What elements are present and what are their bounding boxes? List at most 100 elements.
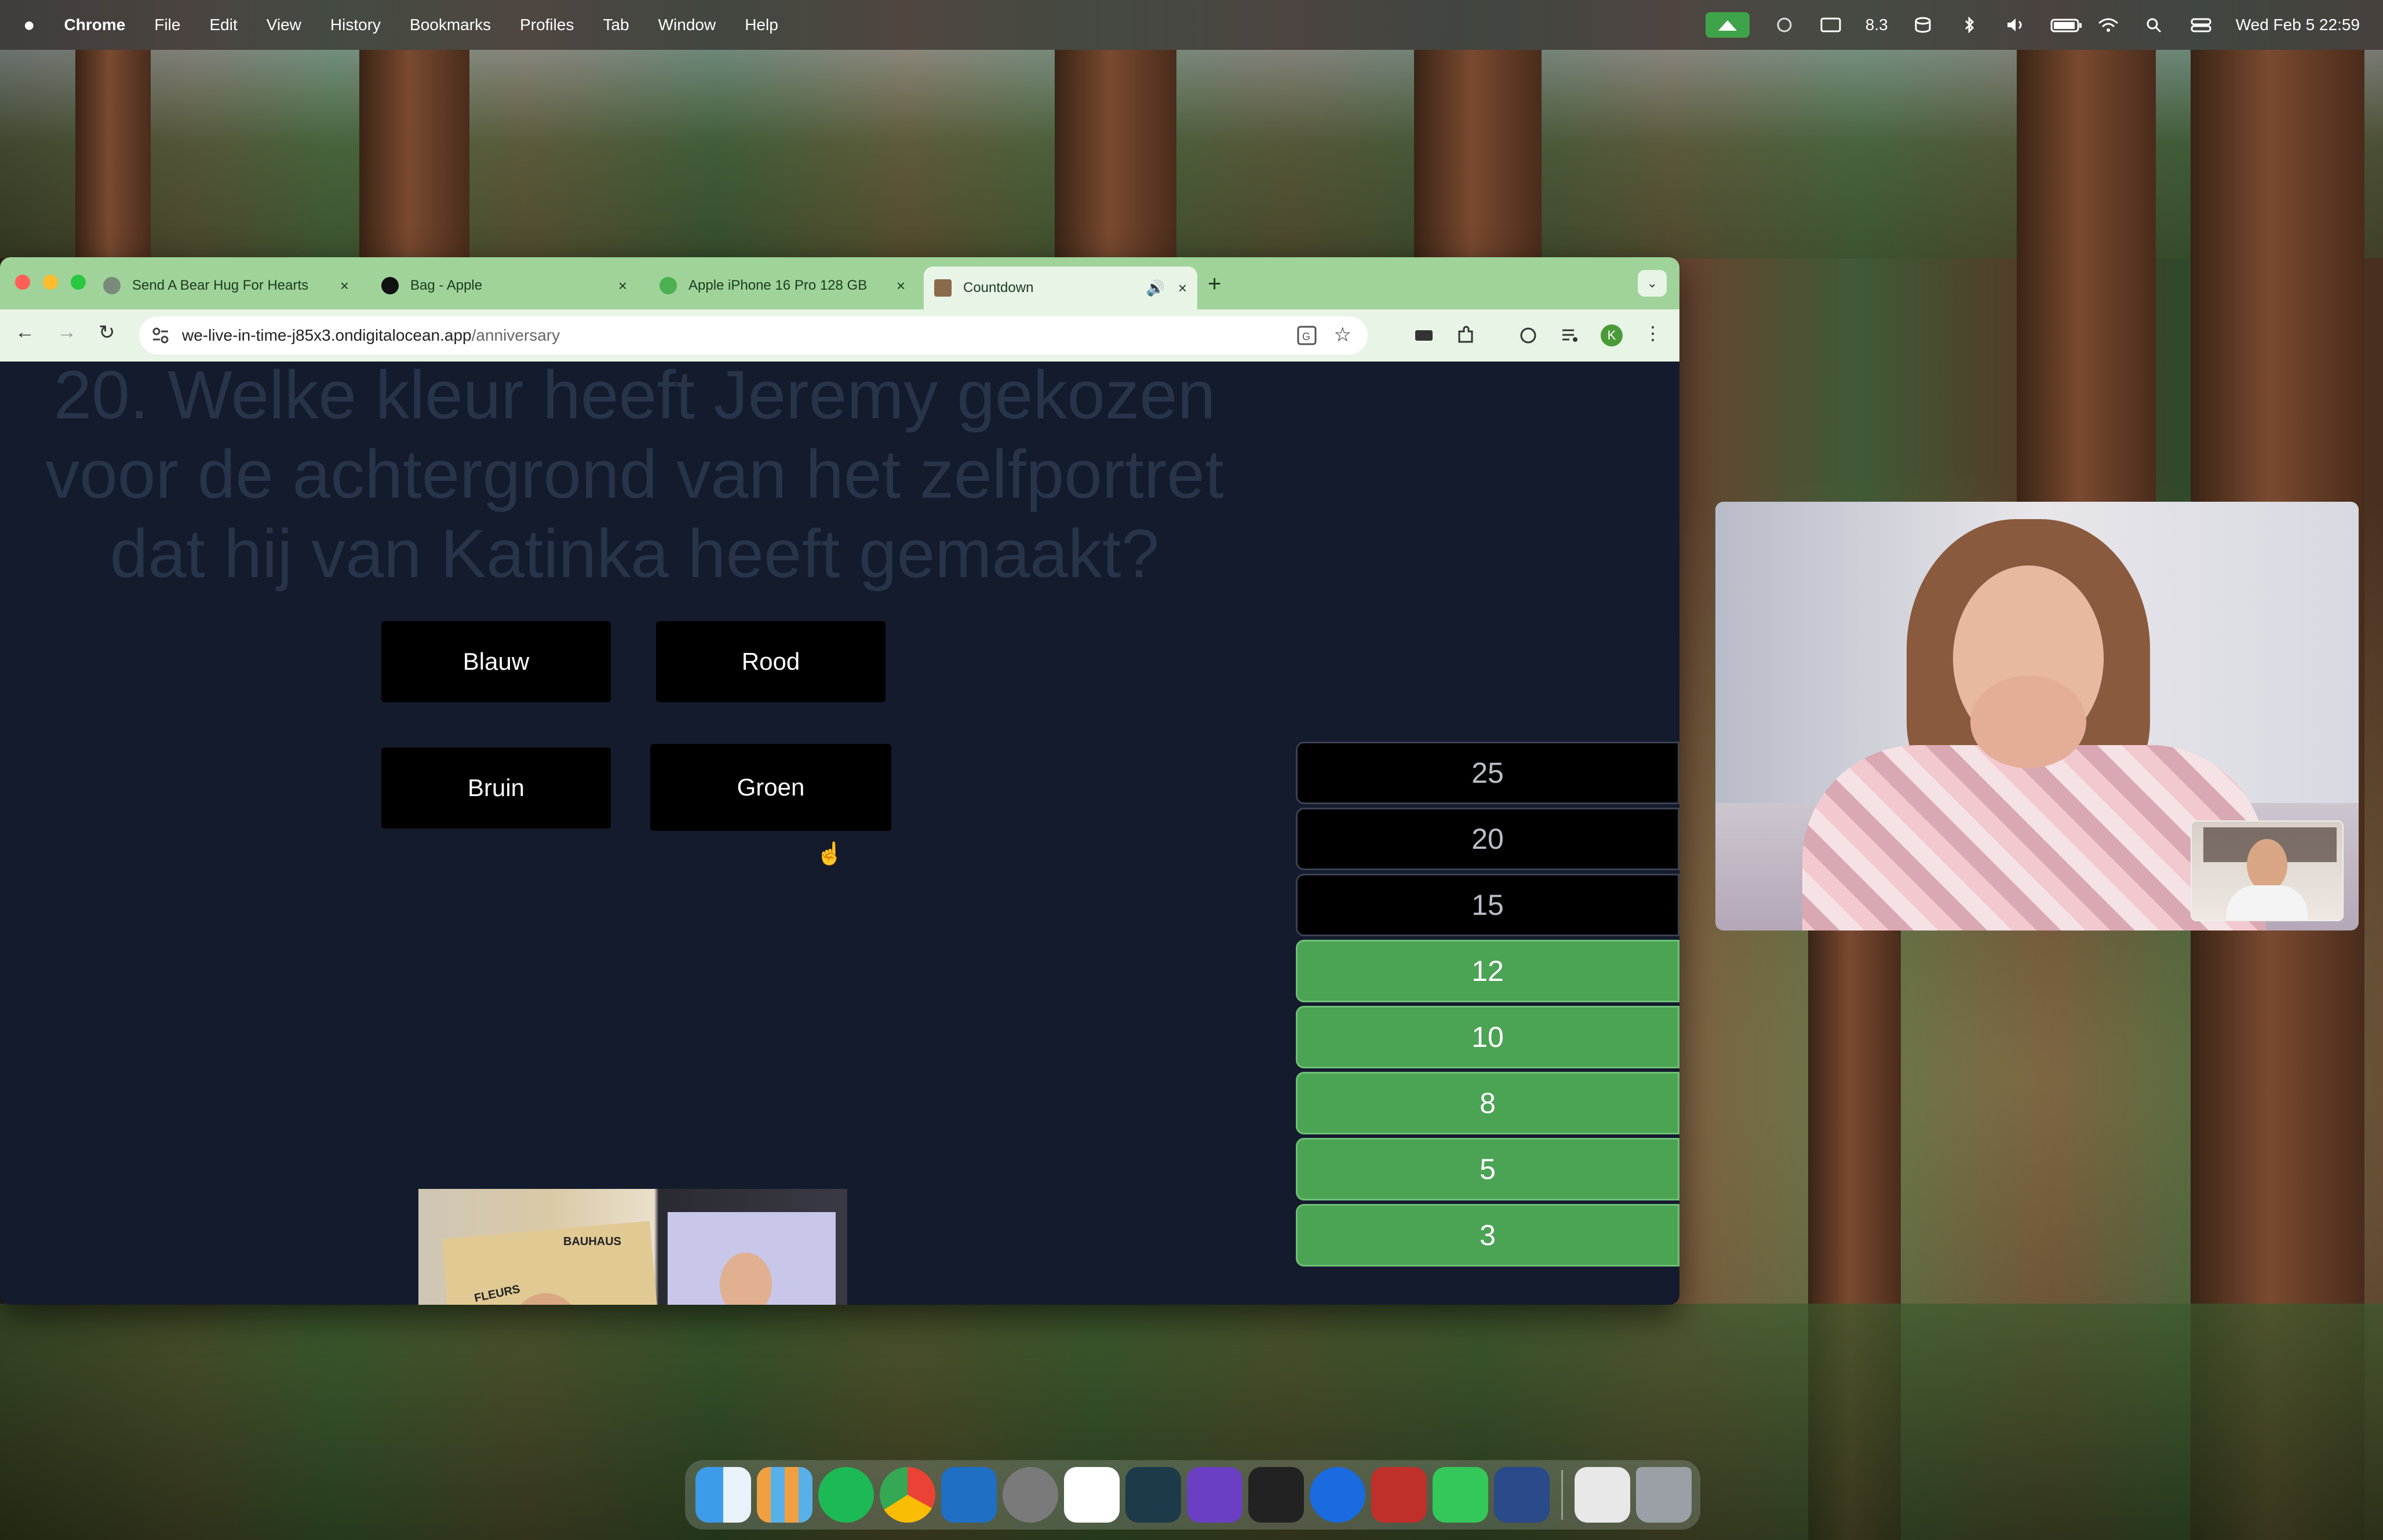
menu-window[interactable]: Window <box>658 16 716 34</box>
self-view-shirt <box>2227 885 2308 920</box>
answer-button-rood[interactable]: Rood <box>656 621 886 702</box>
screen-sharing-icon[interactable] <box>1705 12 1750 38</box>
bookmark-star-icon[interactable]: ☆ <box>1334 323 1351 346</box>
wallpaper-trunk <box>1055 50 1176 258</box>
answer-button-bruin[interactable]: Bruin <box>381 747 611 829</box>
menu-view[interactable]: View <box>267 16 301 34</box>
database-icon[interactable] <box>1911 16 1934 34</box>
more-menu-icon[interactable]: ⋮ <box>1644 322 1663 344</box>
url-host: we-live-in-time-j85x3.ondigitalocean.app <box>182 326 472 344</box>
site-settings-icon[interactable] <box>151 326 170 349</box>
tab-title: Send A Bear Hug For Hearts <box>132 278 309 293</box>
wallpaper-trunk <box>2017 50 2156 502</box>
system-settings-icon[interactable] <box>1003 1467 1058 1523</box>
menu-edit[interactable]: Edit <box>209 16 237 34</box>
sync-icon[interactable] <box>1518 326 1538 345</box>
ladder-step: 10 <box>1296 1006 1679 1068</box>
reload-button[interactable]: ↻ <box>99 321 115 344</box>
downloads-folder-icon[interactable] <box>1575 1467 1630 1523</box>
shop-favicon-icon <box>659 277 677 294</box>
tab-search-icon[interactable]: ⌄ <box>1638 270 1667 297</box>
ladder-step: 12 <box>1296 940 1679 1002</box>
tab-iphone[interactable]: Apple iPhone 16 Pro 128 GB × <box>649 267 916 305</box>
menu-clock[interactable]: Wed Feb 5 22:59 <box>2236 16 2360 34</box>
menu-app-name[interactable]: Chrome <box>64 16 126 34</box>
tab-title: Bag - Apple <box>410 278 483 293</box>
translate-icon[interactable]: G <box>1297 326 1317 349</box>
ladder-step: 15 <box>1296 874 1679 936</box>
figma-icon[interactable] <box>1248 1467 1304 1523</box>
answer-button-groen[interactable]: Groen <box>650 744 891 831</box>
video-participant-hand <box>1970 676 2086 768</box>
back-button[interactable]: ← <box>15 321 35 344</box>
address-bar[interactable]: we-live-in-time-j85x3.ondigitalocean.app… <box>139 316 1368 355</box>
screen-mirroring-icon[interactable] <box>1819 16 1842 34</box>
browser-toolbar: ← → ↻ we-live-in-time-j85x3.ondigitaloce… <box>0 309 1679 362</box>
close-tab-icon[interactable]: × <box>1178 279 1187 297</box>
chrome-icon[interactable] <box>880 1467 935 1523</box>
vscode-icon[interactable] <box>941 1467 997 1523</box>
media-controls-icon[interactable] <box>1560 326 1580 345</box>
question-line: voor de achtergrond van het zelfportret <box>45 436 1224 513</box>
menu-tab[interactable]: Tab <box>603 16 629 34</box>
tab-countdown[interactable]: Countdown 🔊 × <box>924 267 1197 309</box>
question-line: 20. Welke kleur heeft Jeremy gekozen <box>53 357 1216 433</box>
close-window-button[interactable] <box>15 275 30 290</box>
battery-icon[interactable] <box>2050 16 2082 34</box>
database-app-icon[interactable] <box>1371 1467 1427 1523</box>
status-icon[interactable] <box>1773 16 1796 34</box>
profile-avatar[interactable]: K <box>1601 324 1623 346</box>
wallpaper-trunk <box>75 50 151 258</box>
tab-bear-hug[interactable]: Send A Bear Hug For Hearts × <box>93 267 359 305</box>
self-view-face <box>2247 839 2287 891</box>
wifi-icon[interactable] <box>2097 16 2120 34</box>
ladder-step: 3 <box>1296 1204 1679 1267</box>
answer-button-blauw[interactable]: Blauw <box>381 621 611 702</box>
window-controls <box>15 275 86 290</box>
app-icon[interactable] <box>1125 1467 1181 1523</box>
1password-icon[interactable] <box>1310 1467 1365 1523</box>
spotlight-search-icon[interactable] <box>2143 16 2166 34</box>
close-tab-icon[interactable]: × <box>618 277 627 295</box>
url-path: /anniversary <box>471 326 560 344</box>
menu-profiles[interactable]: Profiles <box>520 16 574 34</box>
self-view-pip[interactable] <box>2191 820 2344 921</box>
volume-icon[interactable] <box>2004 16 2027 34</box>
close-tab-icon[interactable]: × <box>340 277 349 295</box>
apple-menu-icon[interactable]: ● <box>23 14 35 37</box>
spotify-icon[interactable] <box>818 1467 874 1523</box>
zoom-window-button[interactable] <box>71 275 86 290</box>
menu-bar: ● Chrome File Edit View History Bookmark… <box>0 0 2383 50</box>
bluetooth-icon[interactable] <box>1958 16 1981 34</box>
tab-strip: Send A Bear Hug For Hearts × Bag - Apple… <box>0 257 1679 309</box>
menu-history[interactable]: History <box>330 16 381 34</box>
dock <box>685 1460 1700 1530</box>
audio-playing-icon[interactable]: 🔊 <box>1146 279 1165 297</box>
svg-text:G: G <box>1302 331 1310 342</box>
extensions-puzzle-icon[interactable] <box>1456 326 1475 345</box>
preview-icon[interactable] <box>1494 1467 1550 1523</box>
menu-file[interactable]: File <box>154 16 180 34</box>
slack-icon[interactable] <box>1064 1467 1120 1523</box>
obsidian-icon[interactable] <box>1187 1467 1242 1523</box>
forward-button[interactable]: → <box>57 321 76 344</box>
tab-title: Countdown <box>963 280 1034 295</box>
question-line: dat hij van Katinka heeft gemaakt? <box>110 516 1160 592</box>
extension-icon[interactable] <box>1414 326 1434 345</box>
trash-icon[interactable] <box>1636 1467 1692 1523</box>
facetime-icon[interactable] <box>1433 1467 1488 1523</box>
menu-help[interactable]: Help <box>745 16 778 34</box>
tab-bag-apple[interactable]: Bag - Apple × <box>371 267 637 305</box>
finder-icon[interactable] <box>695 1467 751 1523</box>
ladder-step: 5 <box>1296 1138 1679 1200</box>
minimize-window-button[interactable] <box>43 275 58 290</box>
control-center-icon[interactable] <box>2189 16 2213 34</box>
battery-value[interactable]: 8.3 <box>1865 16 1888 34</box>
menu-bookmarks[interactable]: Bookmarks <box>410 16 491 34</box>
ladder-step: 8 <box>1296 1072 1679 1134</box>
ladder-step: 20 <box>1296 808 1679 870</box>
facetime-video-window[interactable] <box>1715 502 2359 930</box>
launchpad-icon[interactable] <box>757 1467 812 1523</box>
new-tab-button[interactable]: + <box>1208 271 1221 297</box>
close-tab-icon[interactable]: × <box>897 277 905 295</box>
